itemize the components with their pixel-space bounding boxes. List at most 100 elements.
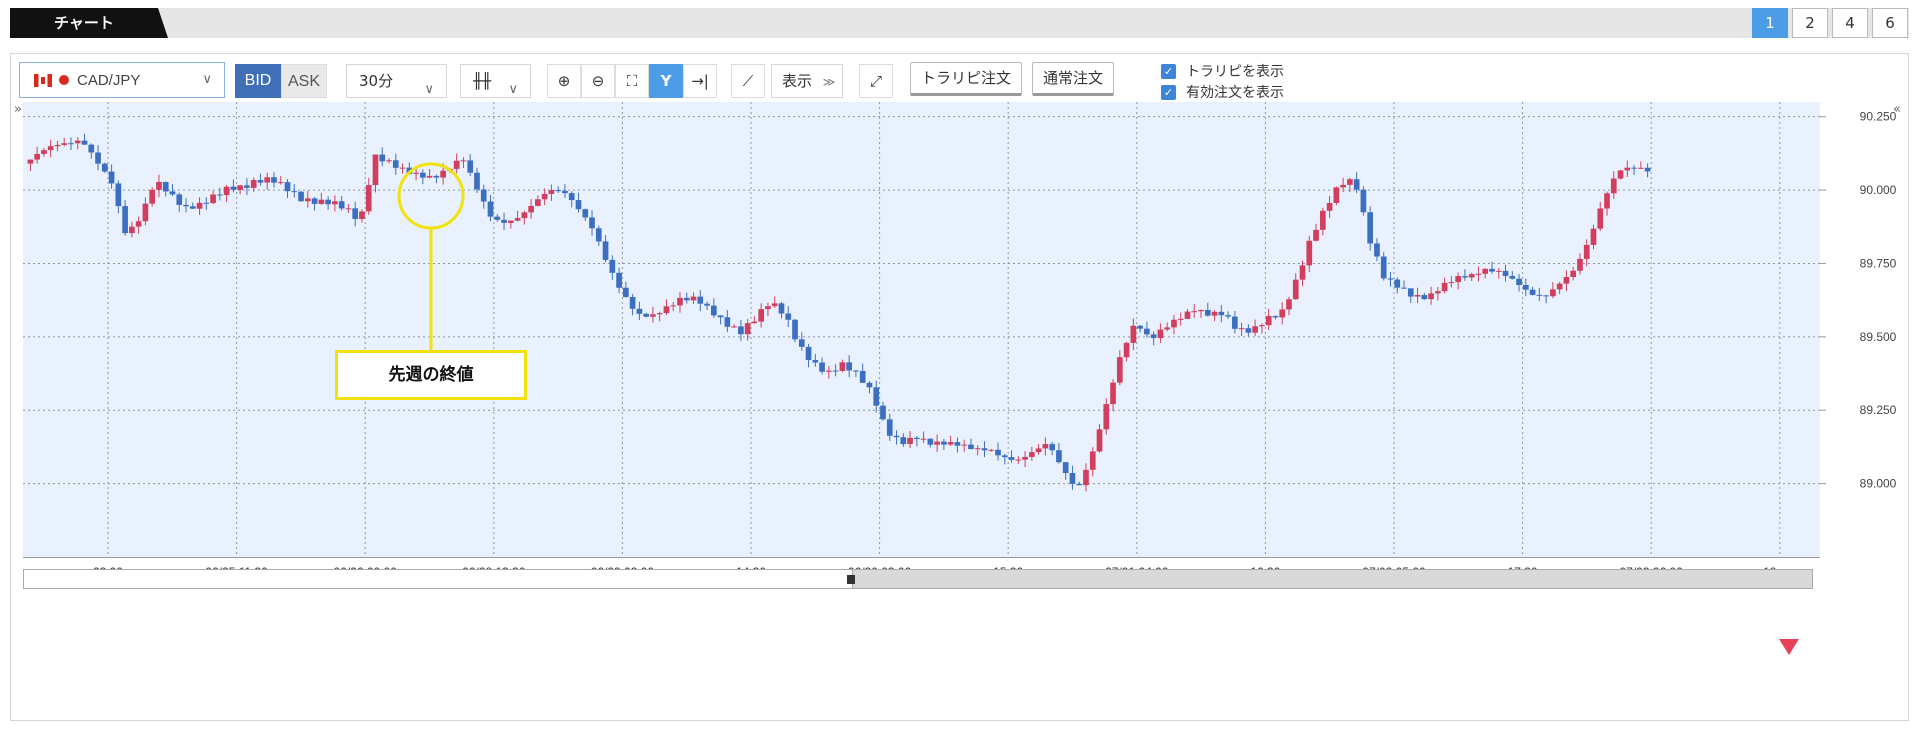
candle-body (751, 321, 758, 324)
candle-body (1008, 457, 1015, 460)
collapse-right-icon[interactable]: « (1893, 102, 1901, 117)
candle-body (859, 370, 866, 383)
candle-body (629, 296, 636, 309)
candle-body (1428, 293, 1434, 300)
chart-title-tab[interactable]: チャート (10, 8, 168, 38)
candle-body (1015, 459, 1022, 461)
candle-body (1550, 289, 1556, 297)
candle-body (1144, 328, 1150, 335)
candle-body (420, 172, 426, 178)
zoom-out-icon[interactable]: ⊖ (581, 64, 615, 98)
collapse-left-icon[interactable]: » (14, 102, 22, 117)
candle-body (778, 303, 785, 314)
navigator-handle[interactable] (847, 575, 855, 584)
display-select[interactable]: 表示 ≫ (771, 64, 843, 98)
show-traripi-label: トラリピを表示 (1186, 64, 1284, 80)
candle-body (474, 172, 480, 190)
candle-body (1272, 315, 1279, 318)
candle-body (426, 175, 433, 178)
candle-body (196, 202, 203, 209)
candle-body (995, 449, 1001, 456)
candle-body (1171, 319, 1177, 328)
candle-body (582, 209, 589, 218)
candle-body (480, 189, 487, 202)
price-label: 89.000 (1860, 477, 1897, 491)
candle-body (1279, 309, 1286, 318)
show-traripi-checkbox-row[interactable]: ✓ トラリピを表示 (1161, 61, 1284, 81)
candle-body (1529, 289, 1536, 295)
candle-body (189, 206, 196, 209)
candle-body (183, 204, 189, 207)
candle-body (149, 189, 156, 204)
layout-2-button[interactable]: 2 (1792, 8, 1828, 38)
candle-body (1029, 452, 1035, 457)
candle-body (162, 182, 169, 192)
checkbox-checked-icon[interactable]: ✓ (1161, 84, 1176, 100)
candle-body (1543, 295, 1549, 297)
candle-body (1035, 448, 1042, 453)
scroll-to-latest-icon[interactable]: →| (683, 64, 717, 98)
candle-body (1062, 462, 1069, 474)
normal-order-button[interactable]: 通常注文 (1032, 62, 1114, 96)
candle-body (1049, 444, 1055, 451)
add-indicator-icon[interactable]: ⟋ (731, 64, 765, 98)
bid-button[interactable]: BID (235, 64, 281, 98)
candle-body (81, 140, 88, 145)
candle-body (1482, 268, 1489, 274)
candle-body (318, 199, 325, 204)
show-active-orders-checkbox-row[interactable]: ✓ 有効注文を表示 (1161, 82, 1284, 102)
candlestick-chart[interactable] (23, 102, 1820, 557)
candle-body (575, 200, 582, 210)
candle-body (1489, 268, 1495, 272)
candle-body (507, 220, 514, 223)
candle-body (244, 185, 250, 188)
currency-pair-select[interactable]: CAD/JPY ∨ (19, 62, 225, 98)
zoom-in-icon[interactable]: ⊕ (547, 64, 581, 98)
candle-body (142, 203, 149, 222)
candle-body (34, 153, 40, 160)
candle-body (623, 287, 629, 297)
candle-body (853, 370, 859, 372)
candle-body (595, 228, 602, 242)
candle-body (1475, 273, 1482, 275)
candle-body (1130, 325, 1137, 343)
y-lock-icon[interactable]: Y (649, 64, 683, 98)
candle-body (771, 303, 778, 307)
candle-body (731, 326, 737, 328)
candle-body (704, 303, 710, 306)
candle-body (1313, 229, 1319, 241)
candle-body (74, 140, 81, 144)
period-select[interactable]: 30分 ∨ (346, 64, 447, 98)
candle-body (555, 190, 562, 192)
candle-body (535, 199, 541, 206)
candle-body (839, 362, 846, 371)
candle-body (913, 437, 920, 439)
candle-body (47, 146, 54, 151)
price-axis: 90.250 90.000 89.750 89.500 89.250 89.000 (1820, 102, 1908, 557)
expand-icon[interactable]: ⤢ (859, 64, 893, 98)
ask-button[interactable]: ASK (281, 64, 327, 98)
candle-body (413, 172, 419, 174)
layout-6-button[interactable]: 6 (1872, 8, 1908, 38)
fit-screen-icon[interactable]: ⛶ (615, 64, 649, 98)
candle-body (1333, 187, 1340, 203)
candle-body (501, 219, 507, 223)
chart-type-select[interactable]: ╫╫ ∨ (460, 64, 531, 98)
layout-1-button[interactable]: 1 (1752, 8, 1788, 38)
chart-plot-area[interactable] (23, 102, 1820, 557)
candle-body (1184, 311, 1191, 319)
checkbox-checked-icon[interactable]: ✓ (1161, 63, 1176, 79)
layout-4-button[interactable]: 4 (1832, 8, 1868, 38)
navigator-window[interactable] (852, 569, 1813, 589)
candle-body (643, 313, 649, 317)
chart-panel: CAD/JPY ∨ BID ASK 30分 ∨ ╫╫ ∨ ⊕ ⊖ ⛶ Y →| … (10, 53, 1909, 721)
candle-body (934, 441, 940, 445)
layout-buttons: 1 2 4 6 (1752, 8, 1908, 38)
candle-body (717, 315, 724, 318)
candle-body (433, 175, 440, 178)
candle-body (1407, 288, 1414, 297)
candle-body (798, 339, 805, 347)
candle-body (1536, 294, 1543, 296)
traripi-order-button[interactable]: トラリピ注文 (910, 62, 1022, 96)
candle-body (1441, 282, 1448, 292)
